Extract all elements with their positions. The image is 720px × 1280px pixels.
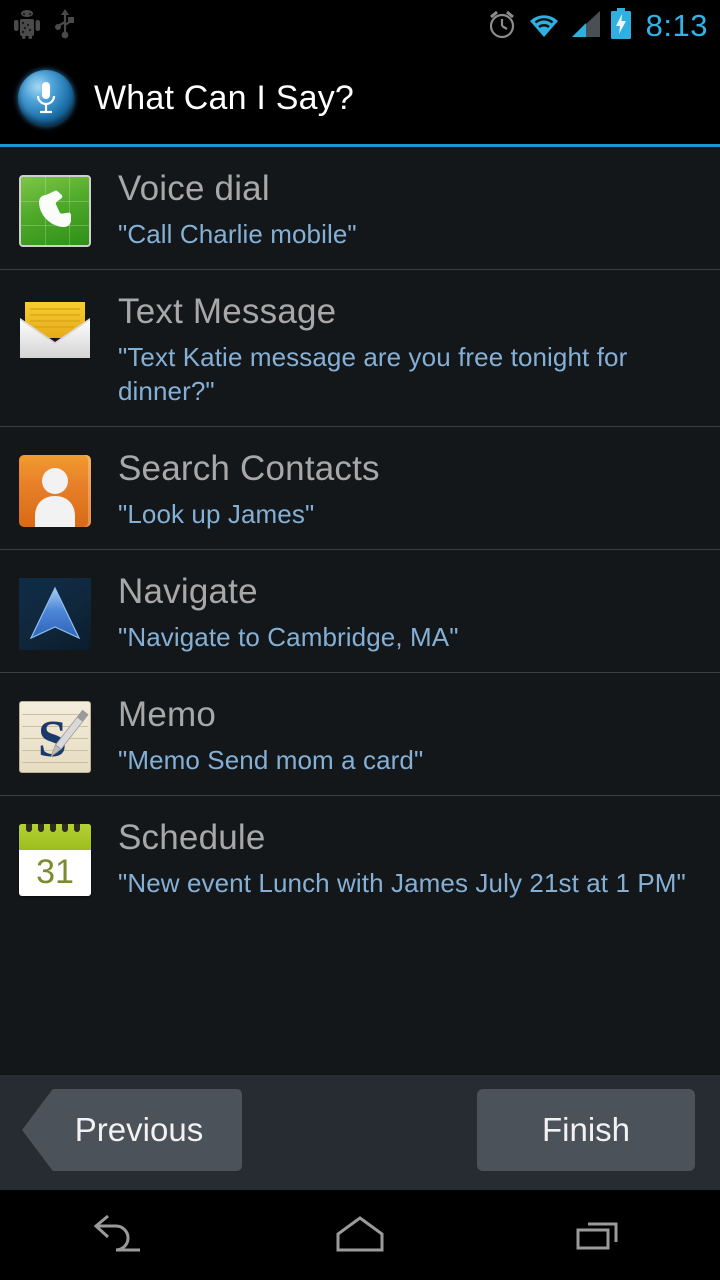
list-item-icon [18,292,92,408]
recents-button[interactable] [480,1210,720,1261]
memo-notepad-icon: S [19,701,91,773]
list-item-title: Search Contacts [118,449,380,488]
list-item-example: "New event Lunch with James July 21st at… [118,868,686,898]
home-icon [328,1210,392,1261]
list-item-example: "Memo Send mom a card" [118,745,424,775]
list-item-icon [18,169,92,251]
system-navigation-bar [0,1190,720,1280]
device-screen: 8:13 What Can I Say? Voice dial "Call Ch… [0,0,720,1280]
android-debug-icon [14,9,40,44]
previous-button[interactable]: Previous [22,1089,242,1171]
list-item-title: Schedule [118,818,266,857]
list-item-text: Search Contacts "Look up James" [92,449,704,531]
list-item-icon: 31 [18,818,92,900]
app-title-bar: What Can I Say? [0,52,720,144]
list-item[interactable]: Search Contacts "Look up James" [0,427,720,550]
list-item-title: Voice dial [118,169,270,208]
finish-button[interactable]: Finish [477,1089,695,1171]
list-item[interactable]: Text Message "Text Katie message are you… [0,270,720,427]
cell-signal-icon [570,9,602,44]
wizard-button-bar: Previous Finish [0,1075,720,1190]
phone-icon [19,175,91,247]
status-bar-clock: 8:13 [645,8,708,43]
command-list: Voice dial "Call Charlie mobile" Text Me… [0,147,720,1075]
list-item-text: Memo "Memo Send mom a card" [92,695,704,777]
usb-icon [54,8,76,44]
list-item-example: "Look up James" [118,499,315,529]
list-item-title: Memo [118,695,217,734]
back-button[interactable] [0,1210,240,1261]
recents-icon [568,1210,632,1261]
microphone-icon [18,70,74,126]
calendar-day-number: 31 [36,852,74,891]
list-item[interactable]: Voice dial "Call Charlie mobile" [0,147,720,270]
status-bar-right-icons: 8:13 [486,7,720,45]
page-title: What Can I Say? [94,78,355,117]
contact-person-icon [19,455,91,527]
navigation-arrow-icon [19,578,91,650]
list-item[interactable]: S Memo "Memo Send mom a card" [0,673,720,796]
envelope-icon [19,298,91,370]
list-item-text: Schedule "New event Lunch with James Jul… [92,818,704,900]
status-bar-left-icons [0,8,76,44]
list-item-title: Text Message [118,292,337,331]
wifi-icon [526,9,562,44]
list-item-icon [18,572,92,654]
home-button[interactable] [240,1210,480,1261]
list-item-title: Navigate [118,572,258,611]
alarm-clock-icon [486,8,518,45]
list-item-example: "Navigate to Cambridge, MA" [118,622,459,652]
list-item[interactable]: Navigate "Navigate to Cambridge, MA" [0,550,720,673]
list-item-example: "Call Charlie mobile" [118,219,357,249]
list-item-example: "Text Katie message are you free tonight… [118,342,628,406]
list-item-icon [18,449,92,531]
back-icon [88,1210,152,1261]
list-item[interactable]: 31 Schedule "New event Lunch with James … [0,796,720,918]
list-item-icon: S [18,695,92,777]
list-item-text: Voice dial "Call Charlie mobile" [92,169,704,251]
status-bar: 8:13 [0,0,720,52]
list-item-text: Text Message "Text Katie message are you… [92,292,704,408]
list-item-text: Navigate "Navigate to Cambridge, MA" [92,572,704,654]
battery-charging-icon [610,7,632,45]
calendar-icon: 31 [19,824,91,896]
